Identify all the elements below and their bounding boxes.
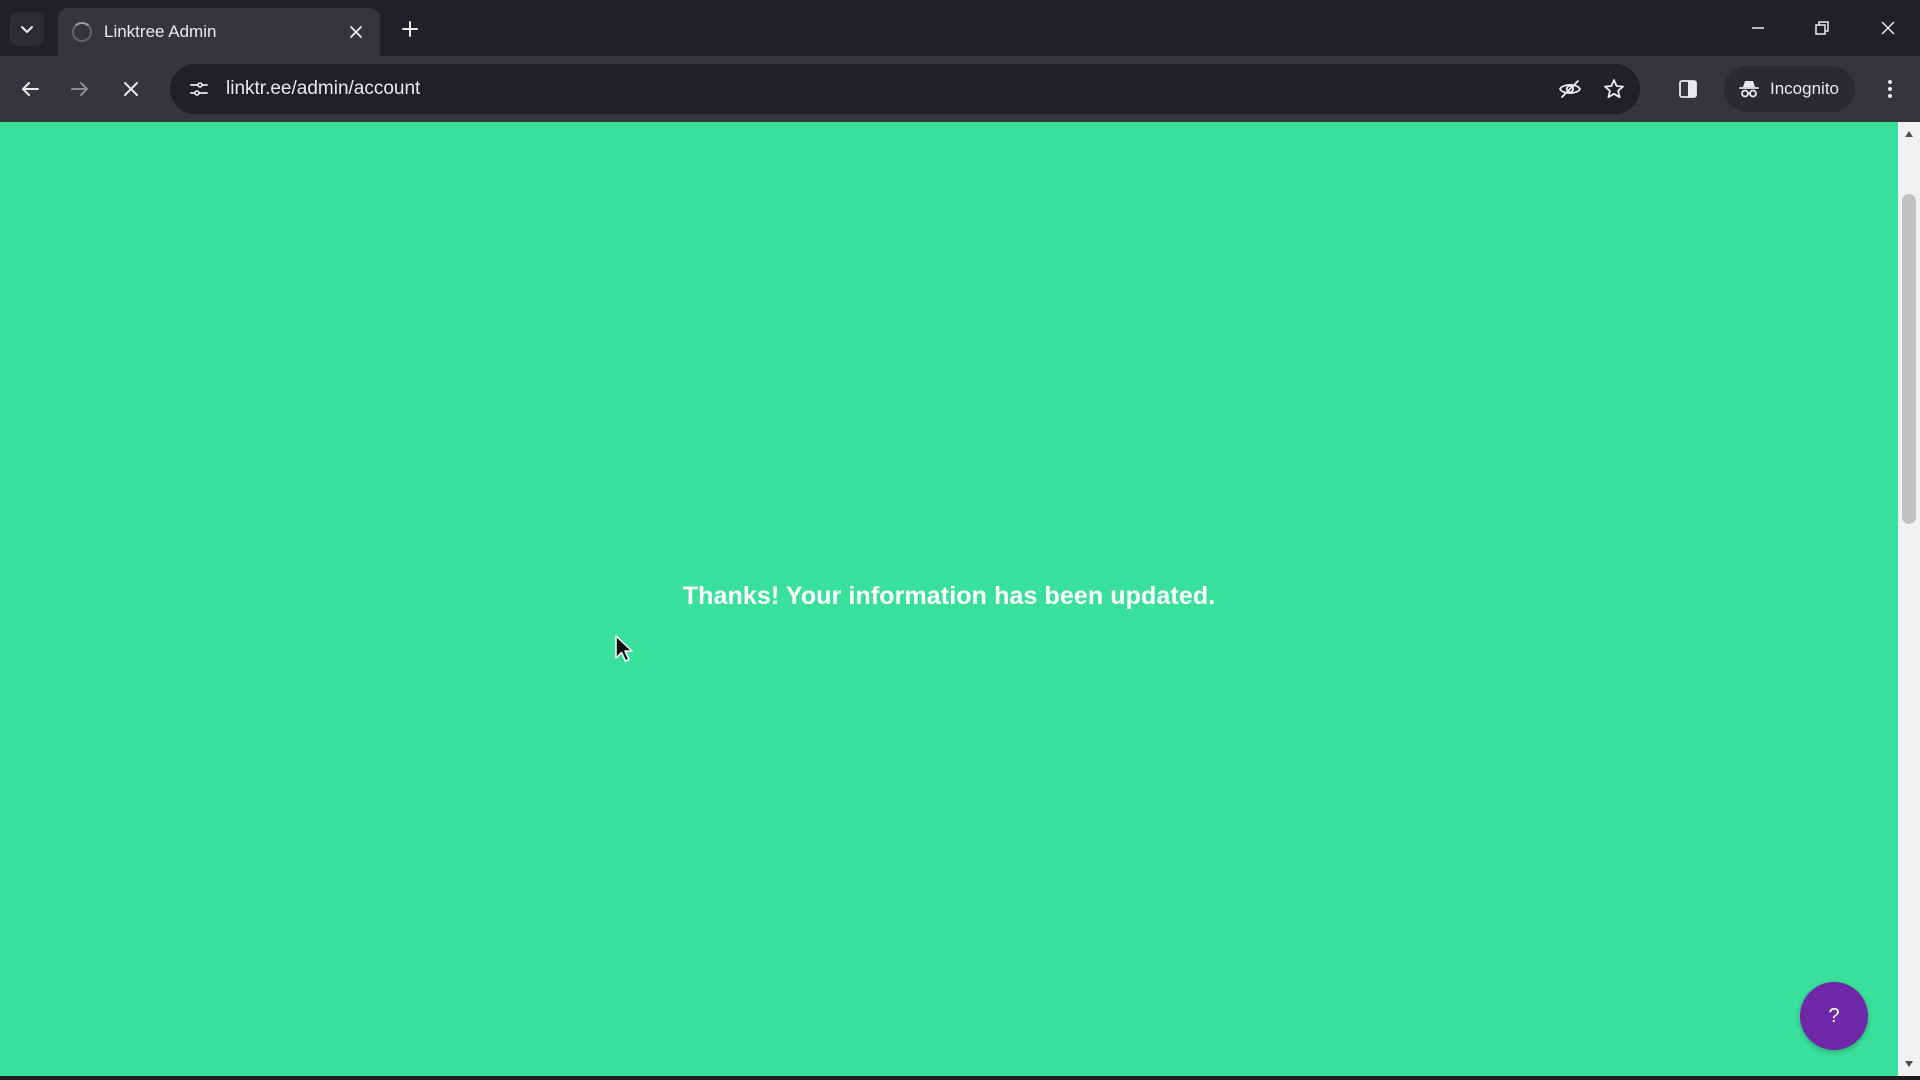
browser-menu-button[interactable] [1872, 71, 1908, 107]
minimize-icon [1752, 27, 1764, 29]
help-button-label: ? [1828, 1004, 1840, 1027]
star-icon [1604, 79, 1624, 99]
incognito-indicator[interactable]: Incognito [1724, 66, 1855, 112]
close-icon [124, 82, 138, 96]
arrow-right-icon [71, 82, 88, 96]
side-panel-button[interactable] [1670, 71, 1706, 107]
stop-loading-button[interactable] [113, 71, 149, 107]
close-icon [1881, 21, 1895, 35]
vertical-scrollbar[interactable] [1898, 122, 1920, 1076]
eye-off-icon [1558, 80, 1582, 98]
arrow-left-icon [22, 82, 39, 96]
back-button[interactable] [12, 71, 48, 107]
triangle-down-icon [1905, 1061, 1913, 1067]
page-content: Thanks! Your information has been update… [0, 122, 1898, 1076]
incognito-icon [1739, 81, 1759, 98]
tab-title: Linktree Admin [104, 22, 217, 41]
chevron-down-icon [21, 26, 33, 33]
browser-toolbar: linktr.ee/admin/account Incognito [0, 56, 1920, 122]
url-text[interactable]: linktr.ee/admin/account [226, 78, 1552, 100]
tracking-protection-button[interactable] [1552, 71, 1588, 107]
tab-close-button[interactable] [344, 20, 368, 44]
close-icon [350, 26, 362, 38]
scroll-up-button[interactable] [1898, 124, 1920, 144]
incognito-label: Incognito [1770, 79, 1839, 98]
restore-icon [1815, 21, 1829, 35]
tune-icon [190, 82, 208, 96]
plus-icon [402, 21, 418, 37]
address-bar[interactable]: linktr.ee/admin/account [170, 64, 1640, 114]
side-panel-icon [1679, 80, 1697, 98]
minimize-button[interactable] [1738, 8, 1778, 48]
loading-spinner-icon [72, 22, 92, 42]
forward-button[interactable] [62, 71, 98, 107]
scroll-thumb[interactable] [1902, 194, 1916, 524]
tab-strip: Linktree Admin [0, 0, 1920, 56]
restore-button[interactable] [1802, 8, 1842, 48]
success-message: Thanks! Your information has been update… [682, 582, 1216, 610]
bookmark-button[interactable] [1596, 71, 1632, 107]
triangle-up-icon [1905, 131, 1913, 137]
mouse-cursor-icon [615, 635, 633, 662]
site-info-button[interactable] [184, 74, 214, 104]
scroll-down-button[interactable] [1898, 1054, 1920, 1074]
new-tab-button[interactable] [395, 14, 425, 44]
browser-tab[interactable]: Linktree Admin [58, 8, 380, 56]
help-button[interactable]: ? [1800, 982, 1868, 1050]
window-close-button[interactable] [1868, 8, 1908, 48]
more-vertical-icon [1888, 80, 1892, 98]
window-bottom-edge [0, 1076, 1920, 1080]
tab-search-button[interactable] [10, 12, 44, 46]
